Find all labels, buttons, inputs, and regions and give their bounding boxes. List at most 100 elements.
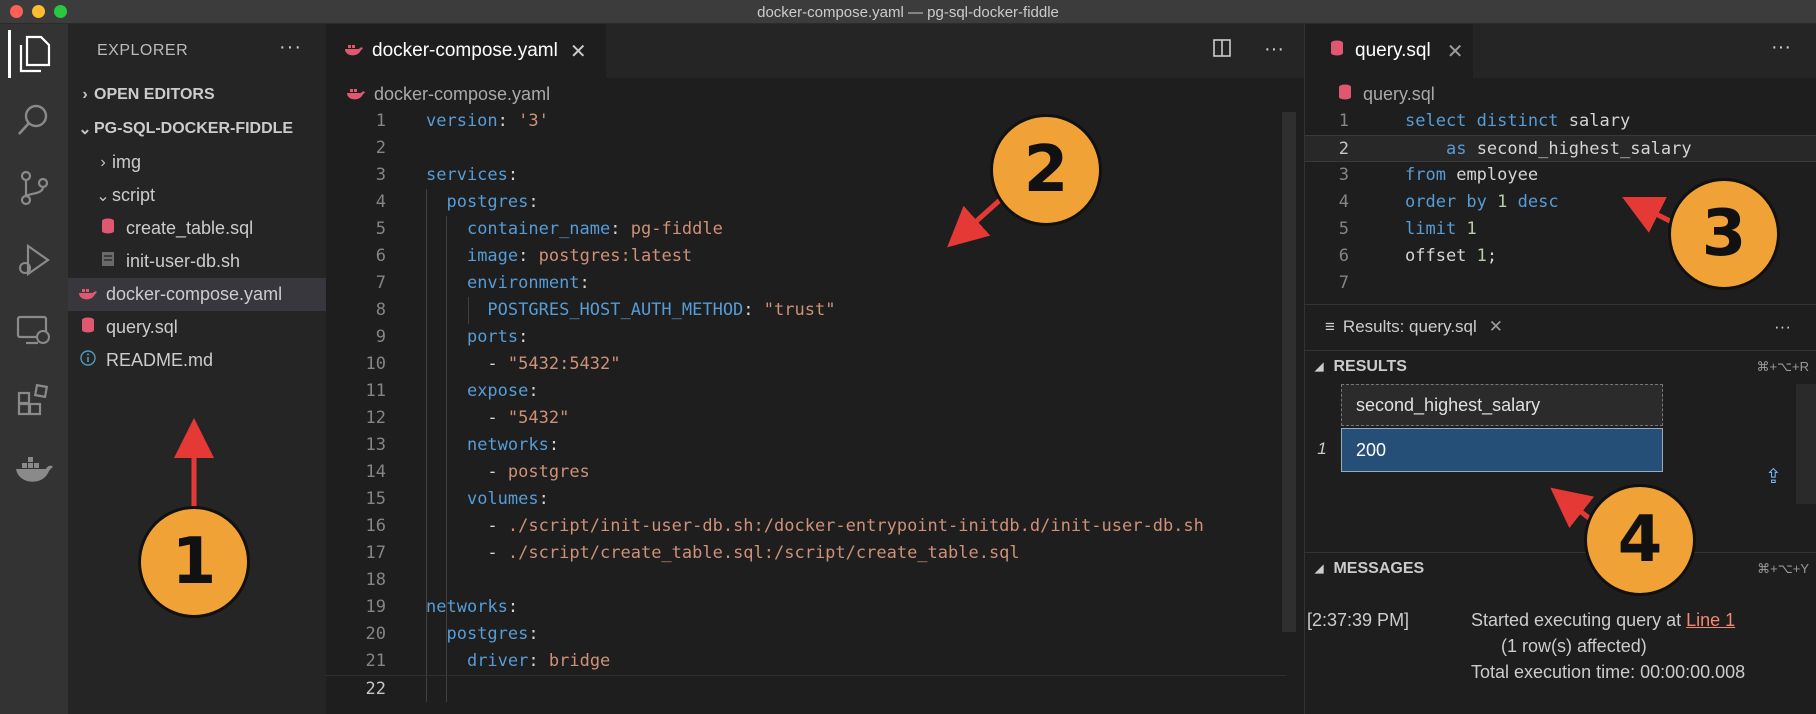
close-icon[interactable]: ✕ [1447, 39, 1464, 64]
code-line: 16 - ./script/init-user-db.sh:/docker-en… [365, 516, 1204, 536]
editor-tab-bar: docker-compose.yaml ✕ ··· [326, 24, 1304, 78]
split-editor-icon[interactable] [1212, 38, 1232, 64]
code-line: 3 services: [375, 165, 519, 185]
tab-docker-compose[interactable]: docker-compose.yaml ✕ [326, 24, 606, 78]
code-line: 14 - postgres [365, 462, 590, 482]
editor-actions: ··· [1212, 38, 1284, 64]
save-results-icon[interactable]: ⇪ [1765, 464, 1782, 489]
code-line-current: 2 as second_highest_salary [1305, 135, 1816, 162]
message-line-link[interactable]: Line 1 [1686, 610, 1735, 630]
breadcrumb-file[interactable]: docker-compose.yaml [374, 84, 550, 105]
sql-tab-bar: query.sql ✕ ··· [1305, 24, 1816, 78]
code-line: 11 expose: [365, 381, 539, 401]
chevron-down-icon: ⌄ [78, 120, 92, 138]
close-icon[interactable]: ✕ [570, 39, 587, 64]
messages-shortcut: ⌘+⌥+Y [1757, 560, 1809, 576]
message-time: [2:37:39 PM] [1307, 610, 1410, 630]
database-icon [1327, 40, 1347, 62]
results-panel-header: ≡ Results: query.sql ✕ ··· [1305, 304, 1816, 348]
message-total-time: Total execution time: 00:00:00.008 [1471, 662, 1746, 682]
docker-icon[interactable] [10, 446, 58, 494]
chevron-right-icon: › [82, 85, 88, 103]
results-shortcut: ⌘+⌥+R [1756, 358, 1809, 374]
tree-item-query-sql[interactable]: query.sql [68, 311, 326, 344]
code-line: 5 container_name: pg-fiddle [375, 219, 723, 239]
explorer-more-button[interactable]: ··· [279, 36, 302, 59]
code-line: 2 [375, 138, 386, 158]
code-line-current: 22 [326, 675, 1286, 702]
code-line: 1 version: '3' [375, 111, 549, 131]
annotation-badge-4: 4 [1584, 484, 1696, 596]
tree-item-create-table[interactable]: create_table.sql [68, 212, 326, 245]
tree-item-label: query.sql [106, 317, 178, 337]
code-line: 12 - "5432" [365, 408, 570, 428]
code-line: 4 postgres: [375, 192, 539, 212]
editor-group: docker-compose.yaml ✕ ··· docker-compose… [326, 24, 1304, 714]
tree-item-label: img [112, 152, 142, 172]
database-icon [1335, 84, 1355, 105]
tree-item-docker-compose[interactable]: docker-compose.yaml [68, 278, 326, 311]
result-cell[interactable]: 200 [1341, 428, 1663, 472]
files-icon[interactable] [8, 30, 56, 78]
tree-item-label: script [112, 185, 156, 205]
window-title: docker-compose.yaml — pg-sql-docker-fidd… [757, 4, 1059, 21]
message-started-text: Started executing query at [1471, 610, 1687, 630]
code-line: 7 environment: [375, 273, 590, 293]
messages-section-label: MESSAGES [1333, 559, 1425, 577]
editor-scrollbar[interactable] [1282, 112, 1296, 632]
sql-more-button[interactable]: ··· [1771, 36, 1791, 59]
tree-item-label: README.md [106, 350, 214, 370]
project-section[interactable]: ⌄ PG-SQL-DOCKER-FIDDLE [68, 112, 326, 145]
results-section-label: RESULTS [1333, 357, 1407, 375]
annotation-badge-1: 1 [138, 506, 250, 618]
tab-query-sql[interactable]: query.sql ✕ [1305, 24, 1473, 78]
annotation-badge-2: 2 [990, 114, 1102, 226]
docker-file-icon [346, 84, 366, 105]
message-rows-affected: (1 row(s) affected) [1501, 636, 1647, 656]
tree-item-label: docker-compose.yaml [106, 284, 283, 304]
editor-more-button[interactable]: ··· [1264, 38, 1284, 64]
column-header[interactable]: second_highest_salary [1341, 384, 1663, 426]
results-more-button[interactable]: ··· [1774, 317, 1791, 337]
remote-explorer-icon[interactable] [10, 306, 58, 354]
results-section-header[interactable]: ◢ RESULTS ⌘+⌥+R [1305, 350, 1816, 382]
results-grid: second_highest_salary 1 200 ⇪ [1305, 384, 1816, 544]
extensions-icon[interactable] [10, 376, 58, 424]
tree-item-script[interactable]: ⌄ script [68, 179, 326, 212]
breadcrumb: docker-compose.yaml [346, 84, 550, 105]
list-icon: ≡ [1325, 316, 1335, 336]
code-line: 15 volumes: [365, 489, 549, 509]
results-tab-label[interactable]: Results: query.sql [1343, 317, 1477, 337]
breadcrumb-file[interactable]: query.sql [1363, 84, 1435, 105]
code-line: 18 [365, 570, 386, 590]
explorer-title: EXPLORER [97, 42, 189, 59]
docker-file-icon [78, 284, 98, 305]
tab-label: docker-compose.yaml [372, 40, 558, 61]
tree-item-img[interactable]: › img [68, 146, 326, 179]
code-line: 17 - ./script/create_table.sql:/script/c… [365, 543, 1020, 563]
close-icon[interactable]: ✕ [1489, 317, 1503, 337]
annotation-badge-3: 3 [1668, 178, 1780, 290]
open-editors-section[interactable]: › OPEN EDITORS [68, 78, 326, 111]
sql-breadcrumb: query.sql [1335, 84, 1435, 105]
docker-file-icon [344, 40, 364, 62]
query-panel: query.sql ✕ ··· query.sql 1 select distin… [1304, 24, 1816, 714]
tree-item-init-user-db[interactable]: init-user-db.sh [68, 245, 326, 278]
tree-item-readme[interactable]: README.md [68, 344, 326, 377]
code-line: 6 image: postgres:latest [375, 246, 693, 266]
info-icon [78, 350, 98, 371]
source-control-icon[interactable] [10, 164, 58, 212]
chevron-down-icon: ⌄ [96, 187, 110, 205]
messages-section-header[interactable]: ◢ MESSAGES ⌘+⌥+Y [1305, 552, 1816, 584]
run-debug-icon[interactable] [10, 236, 58, 284]
tree-item-label: init-user-db.sh [126, 251, 241, 271]
caret-down-icon: ◢ [1315, 563, 1324, 575]
code-line: 19 networks: [365, 597, 519, 617]
code-line: 9 ports: [375, 327, 529, 347]
message-started: Started executing query at Line 1 [1471, 610, 1735, 631]
search-icon[interactable] [10, 96, 58, 144]
tab-label: query.sql [1355, 40, 1431, 61]
code-line: 20 postgres: [365, 624, 539, 644]
results-scrollbar[interactable] [1796, 384, 1816, 504]
tree-item-label: create_table.sql [126, 218, 254, 238]
